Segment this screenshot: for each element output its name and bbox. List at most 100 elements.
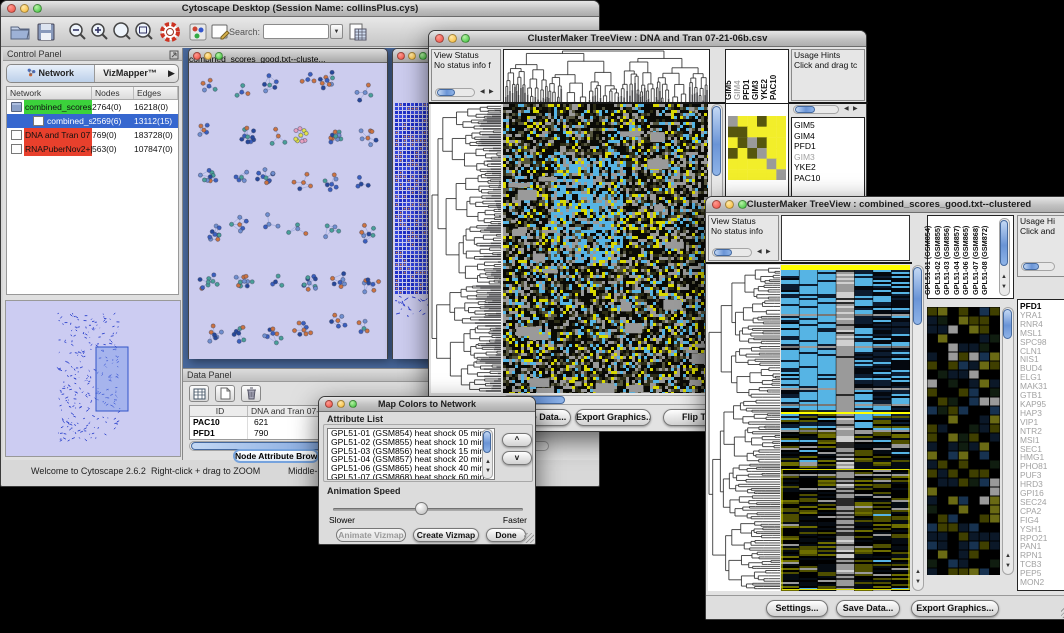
delete-attribute-icon[interactable] — [241, 385, 261, 402]
tab-overflow-arrow[interactable]: ▶ — [165, 65, 178, 82]
close-button[interactable] — [193, 52, 201, 60]
gene-list-scrollbar[interactable] — [793, 105, 839, 114]
select-attributes-icon[interactable] — [189, 385, 209, 402]
close-button[interactable] — [712, 200, 721, 209]
gene-label[interactable]: YKE2 — [794, 162, 864, 173]
scroll-down-arrow[interactable]: ▼ — [1001, 283, 1007, 292]
close-button[interactable] — [435, 34, 444, 43]
view-status-scrollbar[interactable] — [712, 248, 752, 257]
zoom-button[interactable] — [461, 34, 470, 43]
treeview1-titlebar[interactable]: ClusterMaker TreeView : DNA and Tran 07-… — [429, 31, 866, 47]
annotation-icon[interactable] — [209, 21, 231, 43]
network-list-row[interactable]: DNA and Tran 07769(0)183728(0) — [7, 128, 178, 142]
zoom-button[interactable] — [738, 200, 747, 209]
scroll-down-arrow[interactable]: ▼ — [915, 578, 921, 587]
animation-speed-slider-track[interactable] — [333, 508, 523, 511]
scroll-down-arrow[interactable]: ▼ — [1005, 562, 1011, 571]
gene-label[interactable]: GIM3 — [794, 152, 864, 163]
column-dendrogram[interactable] — [503, 49, 710, 103]
tab-vizmapper[interactable]: VizMapper™ — [95, 65, 165, 82]
export-graphics-button[interactable]: Export Graphics... — [575, 409, 651, 426]
open-session-icon[interactable] — [9, 21, 31, 43]
scroll-up-arrow[interactable]: ▲ — [485, 458, 491, 467]
gene-name-list[interactable]: PFD1YRA1RNR4MSL1SPC98CLN1NIS1BUD4ELG1MAK… — [1017, 299, 1064, 591]
scroll-thumb[interactable] — [1023, 263, 1039, 270]
scroll-up-arrow[interactable]: ▲ — [1005, 552, 1011, 561]
zoom-in-icon[interactable] — [89, 21, 111, 43]
new-attribute-icon[interactable] — [215, 385, 235, 402]
heatmap-canvas[interactable] — [503, 104, 708, 393]
scroll-thumb[interactable] — [795, 106, 815, 113]
summary-matrix-heatmap[interactable] — [728, 116, 786, 180]
attribute-list-scrollbar[interactable]: ▲ ▼ — [482, 429, 493, 479]
attribute-listbox[interactable]: GPL51-01 (GSM854) heat shock 05 minGPL51… — [327, 428, 495, 480]
scroll-right-arrow[interactable]: ▶ — [853, 105, 858, 114]
network-view-titlebar[interactable]: combined_scores_good.txt--cluste... — [189, 49, 387, 63]
move-up-button[interactable]: ^ — [502, 433, 532, 447]
minimize-button[interactable] — [337, 400, 345, 408]
scroll-left-arrow[interactable]: ◀ — [844, 105, 849, 114]
vizmap-nodes-icon[interactable] — [187, 21, 209, 43]
attribute-list-item[interactable]: GPL51-07 (GSM868) heat shock 60 min — [328, 473, 494, 480]
network-list-row[interactable]: combined_scores2764(0)16218(0) — [7, 100, 178, 114]
column-label-scrollbar[interactable]: ▲ ▼ — [999, 218, 1010, 296]
heatmap-canvas[interactable] — [781, 265, 910, 591]
move-down-button[interactable]: v — [502, 451, 532, 465]
zoom-button[interactable] — [349, 400, 357, 408]
gene-label[interactable]: MON2 — [1020, 578, 1064, 587]
scroll-thumb[interactable] — [712, 106, 721, 176]
scroll-thumb[interactable] — [1000, 220, 1008, 266]
scroll-right-arrow[interactable]: ▶ — [489, 88, 494, 97]
scroll-thumb[interactable] — [714, 249, 732, 256]
scroll-thumb[interactable] — [913, 267, 922, 325]
scroll-thumb[interactable] — [1003, 309, 1012, 339]
gene-label[interactable]: PAC10 — [794, 173, 864, 184]
gene-label[interactable]: GIM4 — [794, 131, 864, 142]
network-list-row[interactable]: combined_sco2569(6)13112(15) — [7, 114, 178, 128]
zoom-button[interactable] — [33, 4, 42, 13]
heatmap-hscrollbar[interactable] — [503, 395, 723, 405]
tab-network[interactable]: Network — [7, 65, 95, 82]
animate-vizmap-button[interactable]: Animate Vizmap — [336, 528, 406, 542]
attribute-browser-icon[interactable] — [347, 21, 369, 43]
scroll-left-arrow[interactable]: ◀ — [757, 248, 762, 257]
float-panel-icon[interactable] — [169, 50, 179, 60]
done-button[interactable]: Done — [486, 528, 526, 542]
scroll-up-arrow[interactable]: ▲ — [915, 568, 921, 577]
resize-grip[interactable] — [524, 533, 534, 543]
zoom-out-icon[interactable] — [67, 21, 89, 43]
export-graphics-button[interactable]: Export Graphics... — [911, 600, 999, 617]
network-overview-thumbnail[interactable] — [5, 300, 181, 457]
minimize-button[interactable] — [20, 4, 29, 13]
minimize-button[interactable] — [408, 52, 416, 60]
create-vizmap-button[interactable]: Create Vizmap — [413, 528, 479, 542]
zoom-heatmap-canvas[interactable] — [927, 307, 1000, 575]
treeview2-titlebar[interactable]: ClusterMaker TreeView : combined_scores_… — [706, 197, 1064, 213]
help-lifering-icon[interactable] — [159, 21, 181, 43]
scroll-thumb[interactable] — [483, 431, 491, 453]
usage-scrollbar[interactable] — [1021, 262, 1055, 271]
zoom-heatmap-scrollbar[interactable]: ▲ ▼ — [1002, 307, 1014, 575]
scroll-down-arrow[interactable]: ▼ — [485, 467, 491, 476]
network-list-row[interactable]: RNAPuberNov2+|563(0)107847(0) — [7, 142, 178, 156]
dialog-titlebar[interactable]: Map Colors to Network — [319, 397, 535, 412]
scroll-up-arrow[interactable]: ▲ — [1001, 273, 1007, 282]
search-input[interactable] — [263, 24, 329, 39]
network-graph-canvas[interactable] — [189, 63, 387, 359]
close-button[interactable] — [325, 400, 333, 408]
scroll-thumb[interactable] — [437, 89, 455, 96]
zoom-fit-icon[interactable] — [133, 21, 155, 43]
minimize-button[interactable] — [725, 200, 734, 209]
settings-button[interactable]: Settings... — [766, 600, 828, 617]
animation-speed-slider-thumb[interactable] — [415, 502, 428, 515]
scroll-left-arrow[interactable]: ◀ — [480, 88, 485, 97]
save-data-button[interactable]: Save Data... — [836, 600, 900, 617]
row-dendrogram[interactable] — [431, 104, 501, 393]
save-session-icon[interactable] — [35, 21, 57, 43]
zoom-selected-icon[interactable] — [111, 21, 133, 43]
close-button[interactable] — [7, 4, 16, 13]
search-dropdown-arrow[interactable]: ▼ — [330, 24, 343, 39]
gene-label[interactable]: GIM5 — [794, 120, 864, 131]
zoom-button[interactable] — [215, 52, 223, 60]
minimize-button[interactable] — [448, 34, 457, 43]
